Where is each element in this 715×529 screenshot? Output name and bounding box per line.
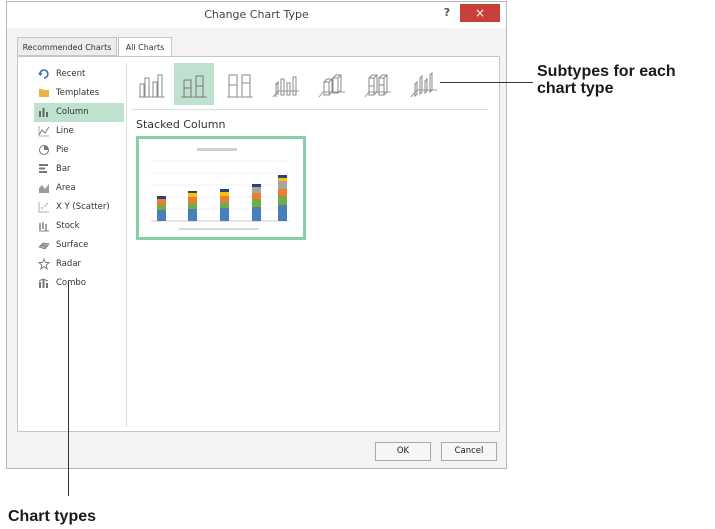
subtypes-callout-label: Subtypes for each chart type bbox=[537, 63, 676, 97]
column-chart-icon bbox=[39, 108, 48, 117]
bar-chart-icon bbox=[39, 164, 48, 173]
pie-chart-icon bbox=[39, 145, 49, 155]
chart-type-label: X Y (Scatter) bbox=[56, 202, 110, 212]
chart-type-radar[interactable]: Radar bbox=[34, 255, 124, 274]
area-chart-icon bbox=[39, 184, 49, 193]
chart-type-line[interactable]: Line bbox=[34, 122, 124, 141]
chart-types-callout-label: Chart types bbox=[8, 508, 97, 525]
chart-type-column[interactable]: Column bbox=[34, 103, 124, 122]
chart-type-label: Line bbox=[56, 126, 74, 136]
subtypes-callout-line bbox=[440, 82, 533, 83]
chart-type-pie[interactable]: Pie bbox=[34, 141, 124, 160]
ok-button[interactable]: OK bbox=[375, 442, 431, 461]
scatter-chart-icon bbox=[38, 202, 49, 213]
stacked-column-icon bbox=[181, 75, 207, 98]
chart-type-stock[interactable]: Stock bbox=[34, 217, 124, 236]
tab-all-charts[interactable]: All Charts bbox=[118, 37, 172, 57]
dialog-title: Change Chart Type bbox=[204, 8, 309, 21]
subtype-100-stacked-column[interactable] bbox=[220, 63, 260, 105]
chart-type-label: Column bbox=[56, 107, 89, 117]
subtype-3d-stacked-column[interactable] bbox=[312, 63, 352, 105]
line-chart-icon bbox=[38, 126, 50, 137]
chart-panel: Recent Templates Column Line Pie Bar Are… bbox=[17, 56, 500, 432]
subtype-name: Stacked Column bbox=[136, 118, 226, 131]
chart-type-bar[interactable]: Bar bbox=[34, 160, 124, 179]
3d-stacked-column-icon bbox=[318, 74, 345, 98]
folder-icon bbox=[39, 89, 49, 97]
tab-recommended-charts[interactable]: Recommended Charts bbox=[17, 37, 117, 56]
chart-type-surface[interactable]: Surface bbox=[34, 236, 124, 255]
percent-stacked-column-icon bbox=[227, 74, 253, 98]
chart-type-recent[interactable]: Recent bbox=[34, 65, 124, 84]
help-button[interactable]: ? bbox=[440, 6, 454, 19]
chart-type-label: Recent bbox=[56, 69, 86, 79]
chart-type-label: Stock bbox=[56, 221, 80, 231]
subtype-3d-column[interactable] bbox=[404, 63, 444, 105]
3d-clustered-column-icon bbox=[272, 76, 299, 98]
3d-column-icon bbox=[410, 72, 437, 98]
chart-subtype-gallery bbox=[132, 63, 437, 105]
chart-type-label: Bar bbox=[56, 164, 71, 174]
title-bar: Change Chart Type ? × bbox=[7, 2, 506, 28]
surface-chart-icon bbox=[38, 242, 50, 250]
cancel-button[interactable]: Cancel bbox=[441, 442, 497, 461]
chart-types-callout-line bbox=[68, 282, 69, 496]
change-chart-type-dialog: Change Chart Type ? × Recommended Charts… bbox=[6, 1, 507, 469]
subtype-clustered-column[interactable] bbox=[132, 63, 172, 105]
panel-divider bbox=[126, 63, 127, 427]
chart-type-label: Pie bbox=[56, 145, 69, 155]
subtype-3d-100-stacked-column[interactable] bbox=[358, 63, 398, 105]
subtypes-callout-line2: chart type bbox=[537, 80, 614, 97]
chart-type-label: Templates bbox=[56, 88, 100, 98]
chart-type-area[interactable]: Area bbox=[34, 179, 124, 198]
recent-icon bbox=[38, 69, 49, 79]
chart-type-list: Recent Templates Column Line Pie Bar Are… bbox=[34, 65, 124, 293]
subtypes-callout-line1: Subtypes for each bbox=[537, 63, 676, 80]
chart-type-label: Surface bbox=[56, 240, 89, 250]
chart-type-combo[interactable]: Combo bbox=[34, 274, 124, 293]
chart-type-label: Area bbox=[56, 183, 76, 193]
chart-type-label: Radar bbox=[56, 259, 82, 269]
subtype-3d-clustered-column[interactable] bbox=[266, 63, 306, 105]
stock-chart-icon bbox=[39, 222, 49, 232]
combo-chart-icon bbox=[38, 278, 49, 288]
radar-chart-icon bbox=[38, 258, 50, 270]
chart-type-templates[interactable]: Templates bbox=[34, 84, 124, 103]
close-button[interactable]: × bbox=[460, 4, 500, 22]
clustered-column-icon bbox=[139, 74, 165, 98]
stacked-column-preview-image bbox=[151, 148, 289, 230]
subtype-divider bbox=[132, 109, 488, 110]
dialog-footer: OK Cancel bbox=[7, 432, 506, 468]
chart-type-xy-scatter[interactable]: X Y (Scatter) bbox=[34, 198, 124, 217]
3d-percent-stacked-column-icon bbox=[364, 74, 391, 98]
subtype-stacked-column[interactable] bbox=[174, 63, 214, 105]
chart-type-label: Combo bbox=[56, 278, 87, 288]
chart-preview[interactable] bbox=[136, 136, 306, 240]
